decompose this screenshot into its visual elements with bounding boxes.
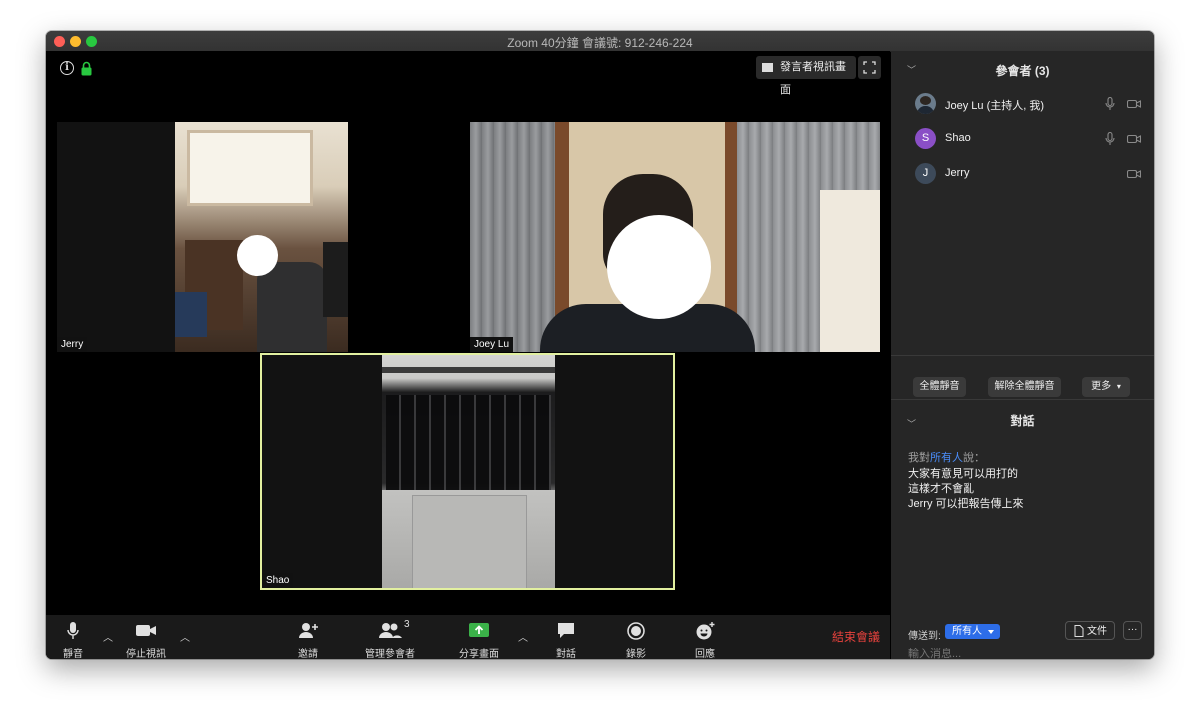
speaker-view-button[interactable]: 發言者視訊畫面 xyxy=(756,56,856,96)
send-to-dropdown[interactable]: 所有人 xyxy=(945,624,1000,639)
divider xyxy=(891,399,1154,400)
avatar: S xyxy=(915,128,936,149)
end-meeting-button[interactable]: 結束會議 xyxy=(832,628,880,645)
add-person-icon xyxy=(299,623,318,638)
video-camera-icon[interactable] xyxy=(1127,169,1141,179)
chat-bubble-icon xyxy=(558,623,574,638)
chat-button[interactable]: 對話 xyxy=(546,615,586,659)
participant-name: Shao xyxy=(945,132,971,144)
video-feed-shao xyxy=(382,355,555,588)
video-label-joey-lu: Joey Lu xyxy=(470,337,514,352)
mute-button[interactable]: 靜音 xyxy=(48,615,98,659)
stop-video-label: 停止視訊 xyxy=(126,649,166,659)
fullscreen-button[interactable] xyxy=(858,56,881,79)
invite-label: 邀請 xyxy=(298,649,318,659)
chat-sender-line: 我對所有人說： xyxy=(908,449,985,465)
manage-participants-label: 管理參會者 xyxy=(365,649,415,659)
file-icon xyxy=(1074,625,1084,637)
unmute-all-button[interactable]: 解除全體靜音 xyxy=(988,377,1061,397)
video-camera-icon xyxy=(136,625,156,636)
video-camera-icon[interactable] xyxy=(1127,99,1141,109)
grid-icon xyxy=(762,63,773,72)
microphone-icon[interactable] xyxy=(1105,97,1115,111)
info-icon[interactable]: i xyxy=(60,61,74,75)
title-bar: Zoom 40分鐘 會議號: 912-246-224 xyxy=(46,31,1154,52)
right-sidebar: ﹀ 參會者 (3) Joey Lu (主持人, 我) S Shao J Jerr… xyxy=(891,51,1154,659)
video-camera-icon[interactable] xyxy=(1127,134,1141,144)
video-area: i 發言者視訊畫面 Jerry Joey Lu Shao 靜音 ︿ 停止視訊 ︿… xyxy=(46,51,890,659)
chat-message-input[interactable] xyxy=(908,648,1138,659)
more-options-button[interactable]: 更多 ▾ xyxy=(1082,377,1130,397)
participants-title: 參會者 (3) xyxy=(995,64,1050,78)
divider xyxy=(891,355,1154,356)
send-to-label: 傳送到: xyxy=(908,631,941,642)
video-tile-jerry[interactable]: Jerry xyxy=(57,122,348,352)
participant-name: Jerry xyxy=(945,167,970,179)
reactions-button[interactable]: 回應 xyxy=(685,615,725,659)
invite-button[interactable]: 邀請 xyxy=(286,615,330,659)
meeting-toolbar: 靜音 ︿ 停止視訊 ︿ 邀請 3 管理參會者 分享畫面 ︿ 對話 錄影 回應 結… xyxy=(46,615,890,659)
zoom-window: Zoom 40分鐘 會議號: 912-246-224 i 發言者視訊畫面 Jer… xyxy=(46,31,1154,659)
video-options-chevron-up-icon[interactable]: ︿ xyxy=(179,629,191,644)
chat-label: 對話 xyxy=(556,649,576,659)
stop-video-button[interactable]: 停止視訊 xyxy=(118,615,174,659)
share-options-chevron-up-icon[interactable]: ︿ xyxy=(517,629,529,644)
more-options-label: 更多 xyxy=(1091,381,1112,392)
record-icon xyxy=(627,622,645,640)
chat-sender-suffix: 說： xyxy=(963,452,985,464)
video-tile-joey-lu[interactable]: Joey Lu xyxy=(470,122,880,352)
avatar: J xyxy=(915,163,936,184)
participant-count-badge: 3 xyxy=(404,619,410,630)
chat-message: 這樣才不會亂 xyxy=(908,483,974,495)
participant-name: Joey Lu (主持人, 我) xyxy=(945,100,1045,112)
microphone-icon[interactable] xyxy=(1105,132,1115,146)
emoji-icon xyxy=(696,622,715,640)
record-button[interactable]: 錄影 xyxy=(616,615,656,659)
microphone-icon xyxy=(67,622,79,639)
mute-all-button[interactable]: 全體靜音 xyxy=(913,377,966,397)
avatar xyxy=(915,93,936,114)
chat-message: Jerry 可以把報告傳上來 xyxy=(908,498,1024,510)
share-screen-button[interactable]: 分享畫面 xyxy=(454,615,504,659)
file-button[interactable]: 文件 xyxy=(1065,621,1115,640)
share-screen-icon xyxy=(469,623,489,637)
participant-row[interactable]: Joey Lu (主持人, 我) xyxy=(915,91,1145,117)
file-label: 文件 xyxy=(1087,626,1107,637)
mute-label: 靜音 xyxy=(63,649,83,659)
participant-row[interactable]: J Jerry xyxy=(915,161,1145,187)
video-label-jerry: Jerry xyxy=(57,337,88,352)
speaker-view-label: 發言者視訊畫面 xyxy=(780,61,846,96)
audio-options-chevron-up-icon[interactable]: ︿ xyxy=(102,629,114,644)
reactions-label: 回應 xyxy=(695,649,715,659)
video-tile-shao[interactable]: Shao xyxy=(260,353,675,590)
fullscreen-icon xyxy=(863,61,876,74)
window-title: Zoom 40分鐘 會議號: 912-246-224 xyxy=(507,36,693,50)
participant-row[interactable]: S Shao xyxy=(915,126,1145,152)
chat-message: 大家有意見可以用打的 xyxy=(908,468,1018,480)
record-label: 錄影 xyxy=(626,649,646,659)
chat-recipient-link[interactable]: 所有人 xyxy=(930,452,963,464)
chat-more-button[interactable]: ··· xyxy=(1123,621,1142,640)
video-label-shao: Shao xyxy=(262,573,294,588)
chevron-down-icon: ▾ xyxy=(1116,382,1121,391)
face-blur xyxy=(607,215,711,319)
chat-sender-prefix: 我對 xyxy=(908,452,930,464)
lock-icon[interactable] xyxy=(81,61,92,76)
share-screen-label: 分享畫面 xyxy=(459,649,499,659)
video-feed-jerry xyxy=(175,122,348,352)
chat-title: 對話 xyxy=(1010,414,1035,428)
manage-participants-button[interactable]: 3 管理參會者 xyxy=(360,615,420,659)
face-blur xyxy=(237,235,278,276)
participants-icon xyxy=(379,623,402,638)
